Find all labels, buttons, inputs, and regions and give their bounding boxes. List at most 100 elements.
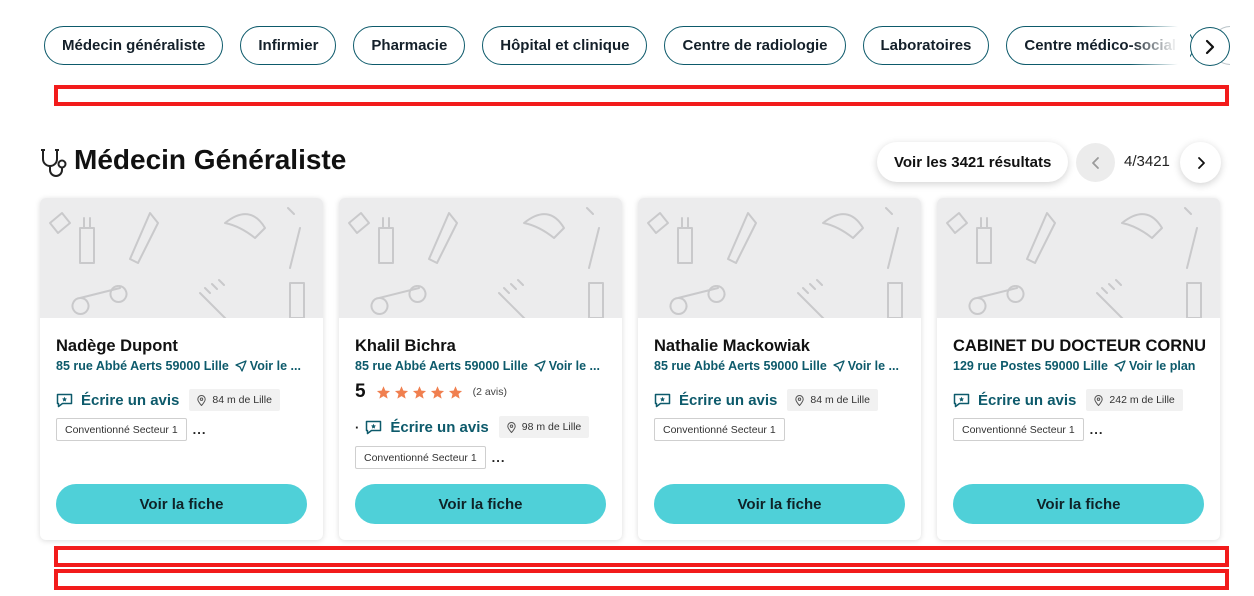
review-row: Écrire un avis 242 m de Lille <box>953 389 1183 411</box>
write-review-label: Écrire un avis <box>679 391 778 409</box>
more-tags[interactable]: ... <box>492 450 506 465</box>
rating-value: 5 <box>355 381 366 402</box>
more-tags[interactable]: ... <box>193 422 207 437</box>
chevron-right-icon <box>1197 156 1205 169</box>
card-address: 129 rue Postes 59000 Lille Voir le plan <box>953 359 1204 373</box>
star-icon <box>376 385 390 399</box>
card-tags: Conventionné Secteur 1 ... <box>355 446 506 469</box>
rating-stars <box>376 385 463 400</box>
review-icon <box>654 393 671 407</box>
star-icon <box>394 385 408 399</box>
highlight-box <box>54 569 1229 590</box>
distance-badge: 242 m de Lille <box>1086 389 1183 411</box>
write-review-link[interactable]: Écrire un avis <box>953 392 1076 409</box>
result-card: CABINET DU DOCTEUR CORNU 129 rue Postes … <box>937 198 1220 540</box>
card-body: Khalil Bichra 85 rue Abbé Aerts 59000 Li… <box>355 318 606 478</box>
view-map-link[interactable]: Voir le plan <box>1114 359 1195 373</box>
chevron-left-icon <box>1091 156 1099 169</box>
distance-badge: 84 m de Lille <box>189 389 280 411</box>
chip-hopital-clinique[interactable]: Hôpital et clinique <box>482 26 648 65</box>
card-image-placeholder <box>339 198 622 318</box>
card-name: Nathalie Mackowiak <box>654 337 810 355</box>
view-map-label: Voir le ... <box>249 359 301 373</box>
pager-prev-button[interactable] <box>1076 143 1115 182</box>
star-icon <box>448 385 462 399</box>
convention-tag: Conventionné Secteur 1 <box>355 446 486 469</box>
review-row: · Écrire un avis 98 m de Lille <box>355 416 590 438</box>
view-profile-button[interactable]: Voir la fiche <box>654 484 905 524</box>
write-review-label: Écrire un avis <box>978 391 1077 409</box>
star-icon <box>430 385 444 399</box>
card-name: CABINET DU DOCTEUR CORNU <box>953 337 1206 355</box>
see-all-results-button[interactable]: Voir les 3421 résultats <box>877 142 1069 182</box>
card-address: 85 rue Abbé Aerts 59000 Lille Voir le ..… <box>355 359 606 373</box>
chip-centre-radiologie[interactable]: Centre de radiologie <box>664 26 846 65</box>
card-tags: Conventionné Secteur 1 ... <box>56 418 207 441</box>
write-review-link[interactable]: Écrire un avis <box>654 392 777 409</box>
rating-row: 5 (2 avis) <box>355 381 507 403</box>
location-pin-icon <box>197 394 207 406</box>
navigation-icon <box>833 360 845 372</box>
stethoscope-icon <box>41 149 67 177</box>
distance-text: 242 m de Lille <box>1109 394 1175 406</box>
review-row: Écrire un avis 84 m de Lille <box>654 389 878 411</box>
rating-count: (2 avis) <box>472 386 508 398</box>
view-map-link[interactable]: Voir le ... <box>534 359 600 373</box>
bullet-dot: · <box>355 419 360 435</box>
distance-badge: 98 m de Lille <box>498 416 590 438</box>
card-name: Khalil Bichra <box>355 337 456 355</box>
chip-medecin-generaliste[interactable]: Médecin généraliste <box>44 26 224 65</box>
card-tags: Conventionné Secteur 1 <box>654 418 785 441</box>
view-profile-button[interactable]: Voir la fiche <box>355 484 606 524</box>
view-map-link[interactable]: Voir le ... <box>833 359 899 373</box>
write-review-link[interactable]: Écrire un avis <box>365 418 489 436</box>
card-body: CABINET DU DOCTEUR CORNU 129 rue Postes … <box>953 318 1206 478</box>
location-pin-icon <box>1094 394 1104 406</box>
result-card: Nadège Dupont 85 rue Abbé Aerts 59000 Li… <box>40 198 323 540</box>
convention-tag: Conventionné Secteur 1 <box>56 418 187 441</box>
navigation-icon <box>534 360 546 372</box>
card-image-placeholder <box>638 198 921 318</box>
view-map-label: Voir le ... <box>847 359 899 373</box>
distance-text: 98 m de Lille <box>521 421 582 433</box>
chip-infirmier[interactable]: Infirmier <box>240 26 337 65</box>
navigation-icon <box>1114 360 1126 372</box>
navigation-icon <box>235 360 247 372</box>
pager-next-button[interactable] <box>1180 142 1221 183</box>
address-text: 85 rue Abbé Aerts 59000 Lille <box>56 359 229 373</box>
write-review-label: Écrire un avis <box>390 418 489 436</box>
distance-text: 84 m de Lille <box>810 394 870 406</box>
card-image-placeholder <box>40 198 323 318</box>
write-review-label: Écrire un avis <box>81 391 180 409</box>
card-body: Nathalie Mackowiak 85 rue Abbé Aerts 590… <box>654 318 905 478</box>
convention-tag: Conventionné Secteur 1 <box>953 418 1084 441</box>
section-title: Médecin Généraliste <box>74 144 347 175</box>
card-name: Nadège Dupont <box>56 337 178 355</box>
chips-next-button[interactable] <box>1190 27 1230 66</box>
card-tags: Conventionné Secteur 1 ... <box>953 418 1104 441</box>
pager-count: 4/3421 <box>1124 153 1170 170</box>
highlight-box <box>54 546 1229 567</box>
write-review-link[interactable]: Écrire un avis <box>56 392 179 409</box>
convention-tag: Conventionné Secteur 1 <box>654 418 785 441</box>
view-map-label: Voir le plan <box>1128 359 1196 373</box>
chips-fade <box>1130 26 1190 66</box>
chip-laboratoires[interactable]: Laboratoires <box>862 26 990 65</box>
card-address: 85 rue Abbé Aerts 59000 Lille Voir le ..… <box>654 359 905 373</box>
review-icon <box>366 420 382 434</box>
distance-text: 84 m de Lille <box>212 394 272 406</box>
review-row: Écrire un avis 84 m de Lille <box>56 389 280 411</box>
review-icon <box>56 393 73 407</box>
address-text: 85 rue Abbé Aerts 59000 Lille <box>654 359 827 373</box>
address-text: 85 rue Abbé Aerts 59000 Lille <box>355 359 528 373</box>
address-text: 129 rue Postes 59000 Lille <box>953 359 1108 373</box>
view-map-label: Voir le ... <box>548 359 600 373</box>
view-profile-button[interactable]: Voir la fiche <box>953 484 1204 524</box>
view-profile-button[interactable]: Voir la fiche <box>56 484 307 524</box>
card-address: 85 rue Abbé Aerts 59000 Lille Voir le ..… <box>56 359 307 373</box>
view-map-link[interactable]: Voir le ... <box>235 359 301 373</box>
more-tags[interactable]: ... <box>1090 422 1104 437</box>
distance-badge: 84 m de Lille <box>787 389 878 411</box>
card-image-placeholder <box>937 198 1220 318</box>
chip-pharmacie[interactable]: Pharmacie <box>353 26 466 65</box>
